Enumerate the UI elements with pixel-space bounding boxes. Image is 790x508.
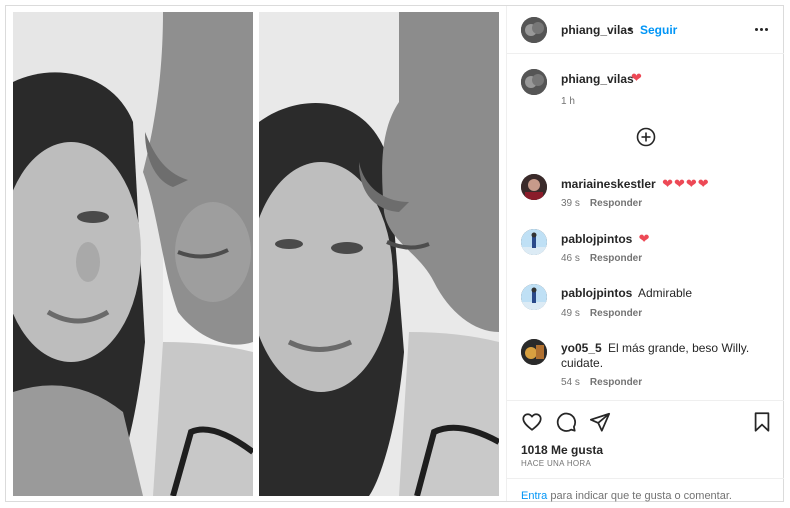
comment-username[interactable]: pablojpintos [561, 232, 632, 246]
comment-age[interactable]: 46 s [561, 253, 580, 264]
post-header: phiang_vilas • Seguir [507, 6, 784, 54]
login-prompt: Entra para indicar que te gusta o coment… [521, 490, 732, 502]
comment-heart-emojis: ❤ [638, 231, 651, 246]
commenter-avatar[interactable] [521, 174, 547, 200]
comment-username[interactable]: mariaineskestler [561, 177, 656, 191]
follow-button[interactable]: Seguir [640, 23, 677, 37]
reply-button[interactable]: Responder [590, 308, 642, 319]
more-options-icon[interactable] [751, 19, 771, 39]
comment-meta: 46 s Responder [561, 253, 642, 264]
header-separator: • [628, 22, 633, 36]
post-modal: phiang_vilas • Seguir phiang_vilas ❤ 1 h [5, 5, 784, 502]
comment-age[interactable]: 49 s [561, 308, 580, 319]
comment-body: Admirable [638, 286, 693, 300]
reply-button[interactable]: Responder [590, 377, 642, 388]
login-link[interactable]: Entra [521, 490, 547, 502]
comment-username[interactable]: pablojpintos [561, 286, 632, 300]
post-sidebar: phiang_vilas • Seguir phiang_vilas ❤ 1 h [506, 6, 784, 502]
post-media[interactable] [6, 6, 506, 501]
comment-username[interactable]: yo05_5 [561, 341, 602, 355]
caption-heart-emoji: ❤ [631, 70, 642, 85]
caption-author-avatar[interactable] [521, 69, 547, 95]
post-time[interactable]: HACE UNA HORA [521, 459, 591, 468]
comment-text-line: pablojpintos Admirable [561, 286, 771, 301]
commenter-avatar[interactable] [521, 284, 547, 310]
comment-item: pablojpintos ❤ 46 s Responder [507, 229, 784, 285]
bookmark-icon[interactable] [751, 411, 773, 433]
photo-right [259, 12, 499, 496]
login-prompt-text: para indicar que te gusta o comentar. [547, 490, 732, 502]
heart-outline-icon[interactable] [521, 411, 543, 433]
post-caption: phiang_vilas ❤ 1 h [507, 64, 784, 114]
comment-item: pablojpintos Admirable 49 s Responder [507, 284, 784, 340]
comment-heart-emojis: ❤❤❤❤ [662, 176, 710, 191]
comment-item: yo05_5 El más grande, beso Willy. cuidat… [507, 339, 784, 397]
author-username[interactable]: phiang_vilas [561, 23, 634, 37]
action-bar [507, 400, 784, 444]
comment-meta: 54 s Responder [561, 377, 642, 388]
comment-text-line: mariaineskestler ❤❤❤❤ [561, 176, 771, 192]
comment-bubble-icon[interactable] [555, 411, 577, 433]
reply-button[interactable]: Responder [590, 198, 642, 209]
login-prompt-bar: Entra para indicar que te gusta o coment… [507, 478, 784, 502]
photo-left [13, 12, 253, 496]
comment-meta: 49 s Responder [561, 308, 642, 319]
paper-plane-icon[interactable] [589, 411, 611, 433]
commenter-avatar[interactable] [521, 229, 547, 255]
reply-button[interactable]: Responder [590, 253, 642, 264]
load-more-comments-icon[interactable] [636, 127, 656, 147]
comment-meta: 39 s Responder [561, 198, 642, 209]
comment-text-line: yo05_5 El más grande, beso Willy. cuidat… [561, 341, 771, 371]
comment-age[interactable]: 39 s [561, 198, 580, 209]
comment-age[interactable]: 54 s [561, 377, 580, 388]
author-avatar[interactable] [521, 17, 547, 43]
likes-count[interactable]: 1018 Me gusta [521, 443, 603, 457]
commenter-avatar[interactable] [521, 339, 547, 365]
caption-timestamp[interactable]: 1 h [561, 96, 575, 107]
comment-text-line: pablojpintos ❤ [561, 231, 771, 247]
comment-item: mariaineskestler ❤❤❤❤ 39 s Responder [507, 174, 784, 230]
caption-username[interactable]: phiang_vilas [561, 72, 634, 86]
